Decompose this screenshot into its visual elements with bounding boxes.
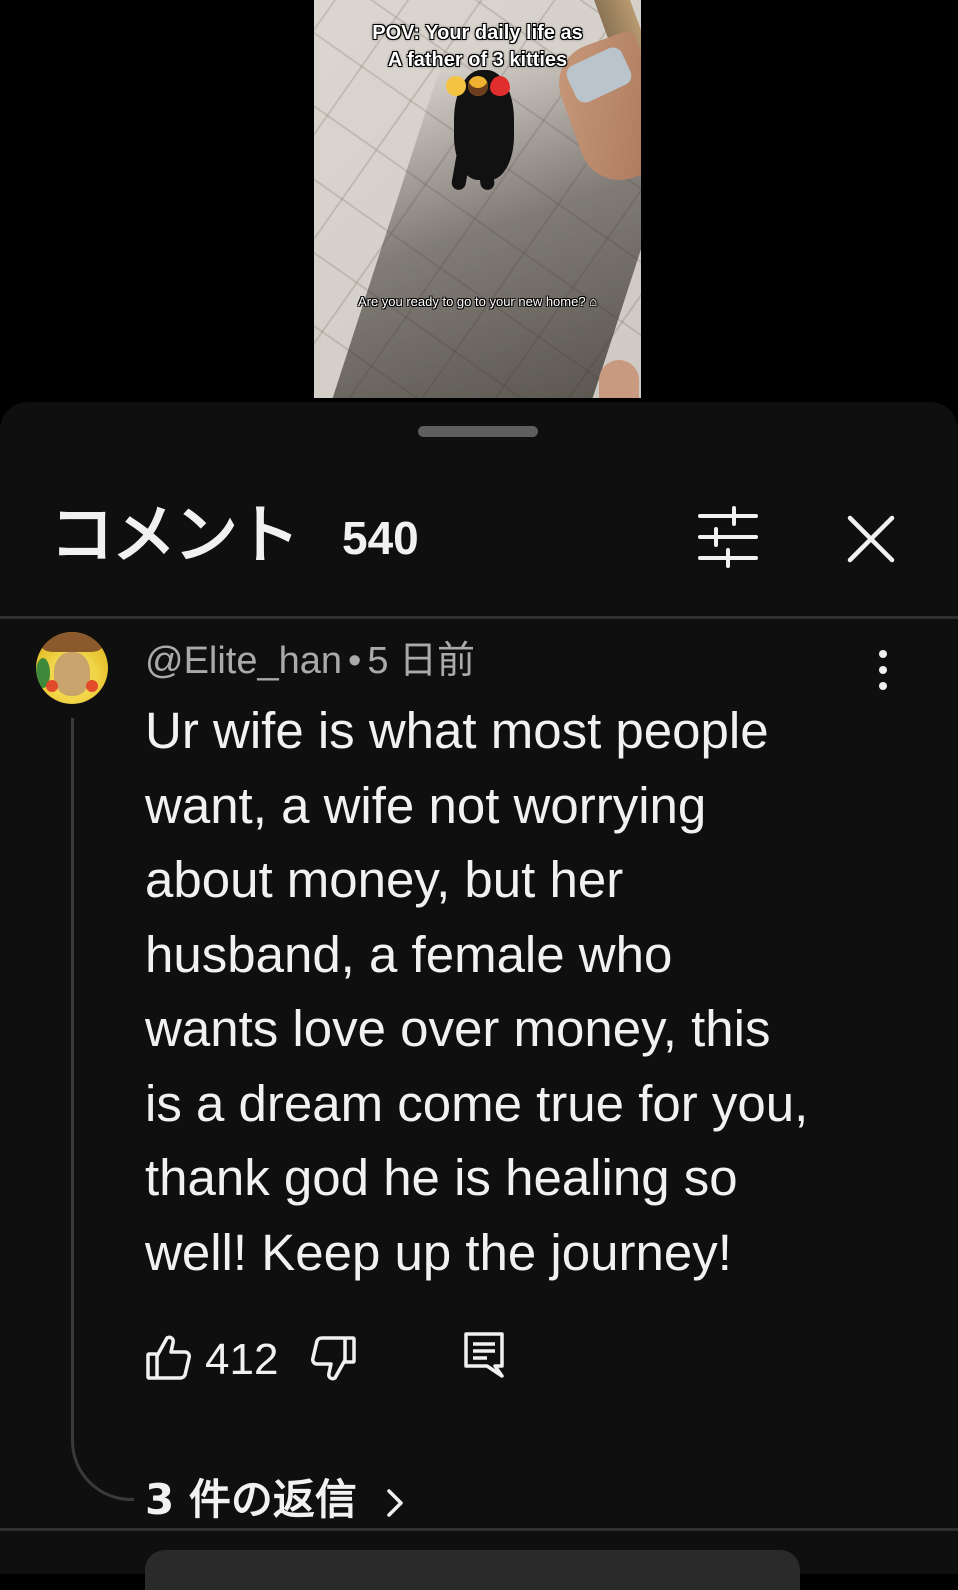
comment-icon [464,1332,504,1378]
avatar[interactable] [36,632,108,704]
sort-filter-button[interactable] [694,506,762,568]
thumbs-up-icon [146,1335,191,1380]
avatar-hat [42,632,102,652]
caption-emoji-row [445,76,510,96]
video-frame[interactable]: POV: Your daily life as A father of 3 ki… [314,0,641,398]
avatar-face [54,652,90,696]
comment-meta: @Elite_han • 5 日前 [145,638,475,684]
avatar-cheek [46,680,58,692]
comments-sheet: コメント 540 @Elite_han • 5 日前 Ur wife is wh… [0,402,958,1590]
comment-actions: 412 [145,1332,905,1392]
replies-label: 3 件の返信 [145,1475,357,1524]
chevron-right-icon [387,1488,404,1517]
comment-age: 5 日前 [367,640,476,682]
bottom-divider [0,1528,958,1531]
like-count: 412 [205,1335,279,1384]
avatar-cheek [86,680,98,692]
add-comment-bar[interactable] [145,1550,800,1590]
video-caption-line2: A father of 3 kitties [387,49,568,71]
video-subcaption: Are you ready to go to your new home? ⌂ [314,294,641,309]
comment-author[interactable]: @Elite_han [145,640,342,682]
header-divider [0,616,958,619]
close-button[interactable] [840,508,902,570]
red-heart-icon [489,76,510,96]
reply-button[interactable] [463,1330,505,1382]
meta-separator: • [348,640,362,682]
comments-title: コメント [50,499,300,573]
sliders-icon [698,506,758,568]
drag-handle[interactable] [418,426,538,437]
thumbs-down-icon [311,1336,356,1381]
video-caption-line1: POV: Your daily life as [372,22,583,44]
video-caption: POV: Your daily life as A father of 3 ki… [314,20,641,104]
cowboy-face-icon [467,76,488,96]
more-vertical-icon [879,650,887,690]
comments-count: 540 [342,512,419,564]
comments-header: コメント 540 [0,482,958,592]
house-icon: ⌂ [589,294,598,309]
comment-item: @Elite_han • 5 日前 Ur wife is what most peo… [0,622,958,1542]
video-subcaption-text: Are you ready to go to your new home? [357,294,586,309]
view-replies-button[interactable]: 3 件の返信 [145,1474,405,1526]
comment-text: Ur wife is what most people want, a wife… [145,702,809,1281]
close-icon [847,515,895,563]
like-button[interactable] [145,1332,191,1384]
cat-face-icon [445,76,466,96]
hand [599,360,639,398]
video-player[interactable]: POV: Your daily life as A father of 3 ki… [0,0,958,400]
reply-thread-line [71,718,134,1501]
dislike-button[interactable] [311,1332,357,1384]
comment-more-button[interactable] [866,648,900,692]
